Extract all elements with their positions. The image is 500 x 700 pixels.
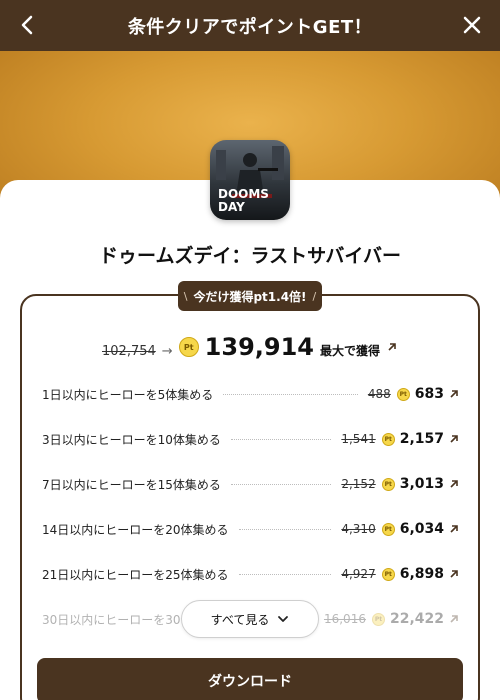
badge-left-mark: \ xyxy=(183,289,188,303)
dotted-leader xyxy=(230,483,332,485)
task-old-points: 1,541 xyxy=(341,432,376,446)
task-old-points: 488 xyxy=(367,387,391,401)
pt-coin-icon: Pt xyxy=(381,477,395,491)
task-label: 3日以内にヒーローを10体集める xyxy=(42,432,221,447)
task-row[interactable]: 7日以内にヒーローを15体集める 2,152 Pt 3,013 xyxy=(42,474,460,494)
pt-coin-icon: Pt xyxy=(381,522,395,536)
task-points: 22,422 xyxy=(389,611,444,627)
pt-coin-icon: Pt xyxy=(371,612,385,626)
external-link-icon xyxy=(450,615,458,623)
task-old-points: 4,927 xyxy=(341,567,376,581)
header-bar: 条件クリアでポイントGET！ xyxy=(0,0,500,51)
external-link-icon xyxy=(450,480,458,488)
external-link-icon xyxy=(450,525,458,533)
pt-coin-icon: Pt xyxy=(178,337,199,357)
external-link-icon xyxy=(450,570,458,578)
task-row[interactable]: 1日以内にヒーローを5体集める 488 Pt 683 xyxy=(42,384,460,404)
dotted-leader xyxy=(223,393,358,395)
task-points: 3,013 xyxy=(399,476,444,492)
total-old-points: 102,754 xyxy=(102,344,156,359)
download-button[interactable]: ダウンロード xyxy=(37,658,463,700)
back-arrow-icon[interactable] xyxy=(16,13,40,37)
task-old-points: 4,310 xyxy=(341,522,376,536)
app-name: ドゥームズデイ：ラストサバイバー xyxy=(99,245,401,267)
external-link-icon xyxy=(450,435,458,443)
bonus-badge: \ 今だけ獲得pt1.4倍! / xyxy=(178,281,322,311)
pt-coin-icon: Pt xyxy=(396,387,410,401)
download-label: ダウンロード xyxy=(208,674,292,690)
task-label: 14日以内にヒーローを20体集める xyxy=(42,522,229,537)
badge-right-mark: / xyxy=(312,289,317,303)
dotted-leader xyxy=(238,573,332,575)
total-new-points: 139,914 xyxy=(204,333,314,361)
task-points: 6,034 xyxy=(399,521,444,537)
chevron-down-icon xyxy=(278,616,289,622)
task-row[interactable]: 14日以内にヒーローを20体集める 4,310 Pt 6,034 xyxy=(42,519,460,539)
task-points: 6,898 xyxy=(399,566,444,582)
task-row[interactable]: 3日以内にヒーローを10体集める 1,541 Pt 2,157 xyxy=(42,429,460,449)
app-icon-text-2: DAY xyxy=(218,200,245,214)
badge-text: 今だけ獲得pt1.4倍! xyxy=(193,289,307,304)
see-all-label: すべて見る xyxy=(210,612,270,627)
task-label: 7日以内にヒーローを15体集める xyxy=(42,477,221,492)
task-old-points: 16,016 xyxy=(323,612,366,626)
close-icon[interactable] xyxy=(460,13,484,37)
page-title: 条件クリアでポイントGET！ xyxy=(127,16,373,38)
task-label: 21日以内にヒーローを25体集める xyxy=(42,567,229,582)
see-all-button[interactable]: すべて見る xyxy=(181,600,319,638)
task-row[interactable]: 21日以内にヒーローを25体集める 4,927 Pt 6,898 xyxy=(42,564,460,584)
task-points: 683 xyxy=(414,386,444,402)
total-points: 102,754 → Pt 139,914 最大で獲得 xyxy=(0,333,500,361)
total-suffix: 最大で獲得 xyxy=(319,344,380,358)
app-icon-text-1: DOOMS xyxy=(218,187,269,201)
pt-coin-icon: Pt xyxy=(381,567,395,581)
task-points: 2,157 xyxy=(399,431,444,447)
task-label: 1日以内にヒーローを5体集める xyxy=(42,387,214,402)
external-link-icon xyxy=(450,390,458,398)
external-link-icon xyxy=(388,343,396,351)
dotted-leader xyxy=(230,438,332,440)
pt-coin-icon: Pt xyxy=(381,432,395,446)
app-icon: DOOMS DAY xyxy=(210,140,290,220)
dotted-leader xyxy=(238,528,332,530)
arrow-right-icon: → xyxy=(161,344,173,359)
task-old-points: 2,152 xyxy=(341,477,376,491)
